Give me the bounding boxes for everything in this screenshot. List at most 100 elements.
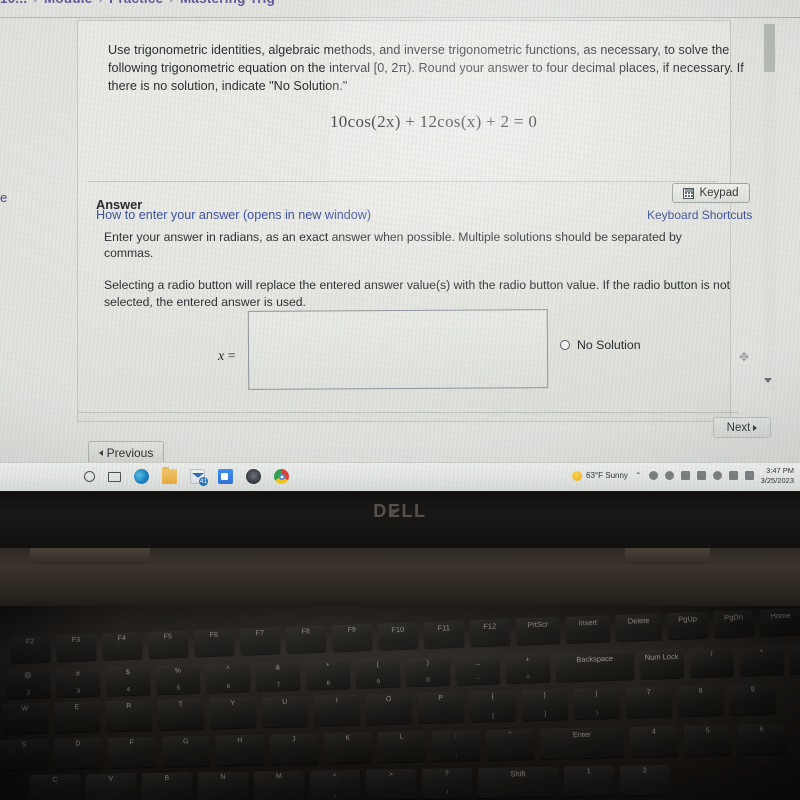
key-prtscr[interactable]: PrtScr [515,617,561,645]
taskbar-clock[interactable]: 3:47 PM 3/25/2023 [761,466,794,485]
key-[interactable]: " ' [485,729,535,761]
key-[interactable]: }] [521,689,569,721]
key-[interactable]: ? / [421,768,473,799]
key-num-lock[interactable]: Num Lock [639,649,685,680]
key-j[interactable]: J [269,733,319,765]
keyboard-shortcuts-link[interactable]: Keyboard Shortcuts [647,208,752,222]
key-d[interactable]: D [53,738,103,770]
key-[interactable]: {[ [469,690,517,722]
key-n[interactable]: N [197,771,249,800]
key-y[interactable]: Y [209,697,257,729]
key-f5[interactable]: F5 [147,630,189,659]
breadcrumb-item-2[interactable]: Practice [109,0,163,6]
key-u[interactable]: U [261,696,309,728]
key-t[interactable]: T [157,698,205,731]
no-solution-option[interactable]: No Solution [560,338,641,352]
key-f2[interactable]: F2 [9,635,51,664]
key-f8[interactable]: F8 [285,625,327,654]
key-m[interactable]: M [253,770,305,800]
key-[interactable]: $4 [105,666,151,696]
keypad-button[interactable]: Keypad [672,183,750,203]
chrome-icon[interactable] [274,469,289,484]
tray-icon-3[interactable] [680,471,690,480]
key-b[interactable]: B [141,772,193,800]
key-i[interactable]: I [313,694,361,726]
key-c[interactable]: C [29,774,81,800]
key-g[interactable]: G [161,735,211,767]
key-w[interactable]: W [1,702,49,735]
vertical-scrollbar[interactable] [763,20,776,390]
key-[interactable]: | \ [573,687,621,720]
key-[interactable]: % 5 [155,664,201,695]
breadcrumb-item-1[interactable]: Module [44,0,92,6]
key-v[interactable]: V [85,773,137,800]
key-[interactable]: #3 [55,668,101,698]
scrollbar-thumb[interactable] [764,24,775,72]
file-explorer-icon[interactable] [162,466,177,484]
task-view-icon[interactable] [108,471,121,482]
key-[interactable]: - [789,645,800,675]
key-[interactable]: _ - [455,655,501,685]
key-[interactable]: ) 0 [405,657,451,687]
key-delete[interactable]: Delete [615,613,663,642]
breadcrumb-item-0[interactable]: 10... [0,0,27,6]
key-8[interactable]: 8 [677,685,725,717]
how-to-enter-answer-link[interactable]: How to enter your answer (opens in new w… [96,208,371,222]
key-[interactable]: + = [505,653,551,684]
next-button[interactable]: Next [713,417,771,438]
answer-input[interactable] [247,309,549,390]
search-icon[interactable] [84,471,95,482]
key-f10[interactable]: F10 [377,622,419,650]
key-pgdn[interactable]: PgDn [713,610,755,638]
key-f4[interactable]: F4 [101,632,143,660]
key-home[interactable]: Home [759,608,800,636]
breadcrumb[interactable]: 10...›Module›Practice›Mastering Trig [0,0,560,9]
key-f[interactable]: F [107,736,157,768]
dark-app-icon[interactable] [246,469,261,484]
key-p[interactable]: P [417,692,465,724]
key-[interactable]: @2 [5,669,51,699]
chevron-up-icon[interactable]: ⌃ [635,471,642,480]
edge-icon[interactable] [134,469,149,484]
key-4[interactable]: 4 [629,726,679,758]
key-[interactable]: >. [365,768,417,800]
key-f6[interactable]: F6 [193,629,235,657]
tray-icon-4[interactable] [696,471,706,480]
key-[interactable]: * 8 [305,660,351,690]
tray-icon-6[interactable] [728,471,738,480]
key-f7[interactable]: F7 [239,627,281,655]
laptop-keyboard[interactable]: F2 F3 F4 F5 F6 F7 F8 F9 F10 F11 F12 PrtScr Insert Del… [0,606,800,800]
key-f9[interactable]: F9 [331,624,373,652]
scroll-down-arrow-icon[interactable] [764,378,772,383]
key-e[interactable]: E [53,701,101,733]
keyboard-bottom-row[interactable]: C V B N M <, >.? / Shift 1 2 [29,764,671,800]
key-k[interactable]: K [323,732,373,764]
key-backspace[interactable]: Backspace [555,651,635,682]
key-[interactable]: :; [431,730,481,762]
key-[interactable]: / [689,648,735,678]
previous-button[interactable]: Previous [88,441,164,464]
key-h[interactable]: H [215,734,265,766]
key-f11[interactable]: F11 [423,620,465,649]
mail-icon[interactable]: 41 [190,469,208,486]
key-s[interactable]: S [0,739,49,771]
key-f12[interactable]: F12 [469,619,511,647]
key-enter[interactable]: Enter [539,727,625,759]
key-[interactable]: * [739,646,785,676]
no-solution-radio[interactable] [560,340,570,350]
weather-widget[interactable]: 63°F Sunny [572,470,628,481]
key-l[interactable]: L [377,731,427,763]
key-shift[interactable]: Shift [477,766,559,798]
key-[interactable]: <, [309,769,361,800]
key-[interactable]: ^ 6 [205,663,251,693]
tray-icon-7[interactable] [744,471,754,480]
key-r[interactable]: R [105,700,153,732]
key-5[interactable]: 5 [683,724,733,756]
key-[interactable]: & 7 [255,661,301,692]
key-6[interactable]: 6 [737,723,787,755]
key-7[interactable]: 7 [625,686,673,718]
key-9[interactable]: 9 [729,683,777,716]
key-2[interactable]: 2 [619,764,671,796]
tray-icon-2[interactable] [664,471,674,480]
key-1[interactable]: 1 [563,765,615,797]
